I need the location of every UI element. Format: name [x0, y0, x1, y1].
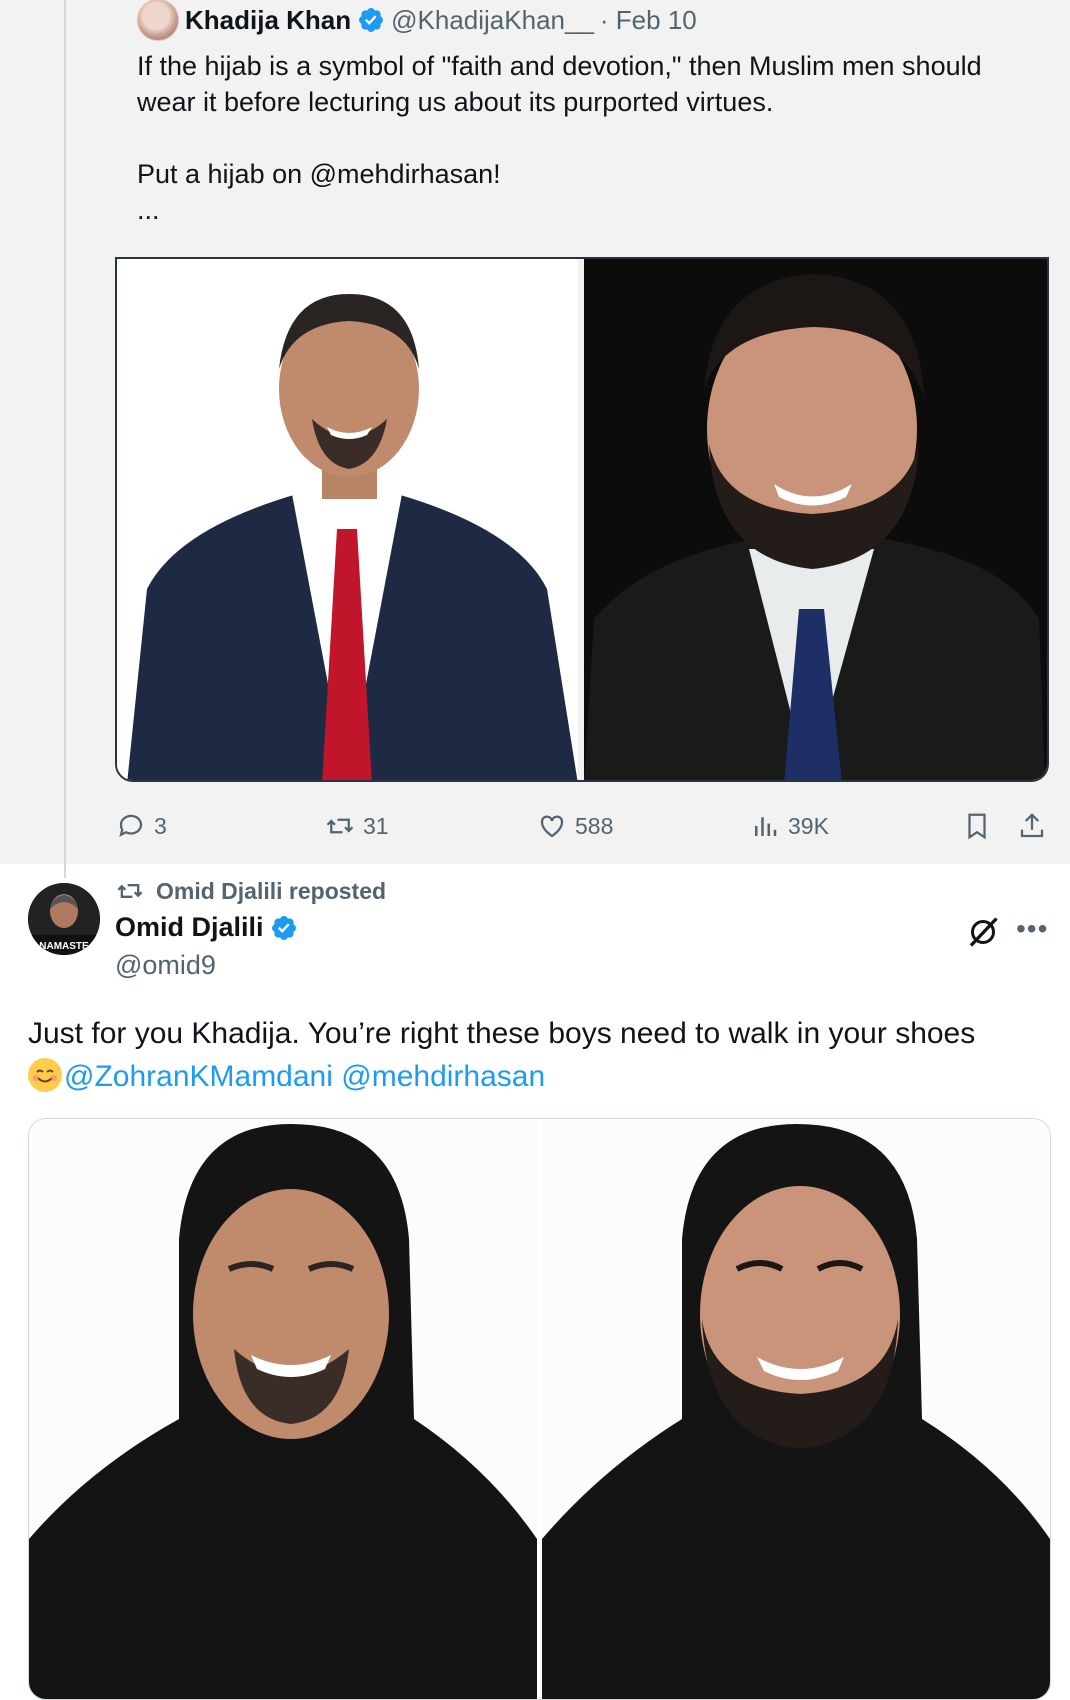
more-icon[interactable]: ••• [1016, 913, 1048, 945]
avatar-text: NAMASTE [39, 941, 89, 952]
repost-media[interactable] [28, 1118, 1051, 1700]
grok-icon[interactable] [965, 914, 1001, 950]
repost-indicator[interactable]: Omid Djalili reposted [116, 876, 386, 906]
bearded-man-in-hijab-illustration [541, 1124, 1050, 1699]
quoted-image-right[interactable] [584, 259, 1047, 780]
quoted-tweet-header: Khadija Khan @KhadijaKhan__ · Feb 10 [137, 0, 697, 41]
quoted-author-name[interactable]: Khadija Khan [185, 5, 351, 36]
repost-count: 31 [363, 812, 389, 839]
quoted-author-avatar[interactable] [137, 0, 179, 41]
repost-image-left[interactable] [29, 1119, 538, 1699]
avatar-photo: NAMASTE [28, 883, 100, 955]
quoted-tweet-media[interactable] [115, 257, 1049, 782]
reposter-name-row: Omid Djalili [115, 912, 298, 943]
reply-icon [119, 814, 143, 837]
bearded-man-illustration [584, 274, 1045, 780]
mention-link-zohran[interactable]: @ZohranKMamdani [64, 1060, 333, 1093]
quoted-image-left[interactable] [117, 259, 578, 780]
quoted-author-handle[interactable]: @KhadijaKhan__ [391, 5, 594, 36]
quoted-tweet-date[interactable]: · Feb 10 [600, 5, 697, 36]
man-in-suit-illustration [127, 294, 578, 780]
views-count: 39K [788, 812, 829, 839]
repost-icon [117, 884, 143, 898]
bookmark-button[interactable] [962, 808, 992, 844]
repost-text-block: Just for you Khadija. You’re right these… [28, 1012, 1058, 1098]
share-icon [1020, 813, 1044, 838]
share-button[interactable] [1017, 808, 1047, 844]
quoted-tweet-text: If the hijab is a symbol of "faith and d… [137, 51, 982, 225]
bookmark-icon [968, 813, 986, 840]
repost-icon [326, 818, 354, 834]
repost-button[interactable]: 31 [325, 808, 389, 844]
thread-connector-line [64, 0, 66, 878]
reply-button[interactable]: 3 [116, 808, 167, 844]
reposter-handle[interactable]: @omid9 [115, 950, 216, 981]
like-icon [540, 815, 564, 838]
like-button[interactable]: 588 [537, 808, 613, 844]
man-in-hijab-illustration [29, 1124, 537, 1699]
smiling-emoji-icon [28, 1058, 62, 1092]
reposter-name[interactable]: Omid Djalili [115, 912, 264, 943]
verified-badge-icon [359, 8, 384, 32]
mention-link-mehdi[interactable]: @mehdirhasan [341, 1060, 545, 1093]
repost-label: Omid Djalili reposted [156, 877, 387, 904]
like-count: 588 [575, 812, 614, 839]
views-button[interactable]: 39K [750, 808, 829, 844]
repost-image-right[interactable] [541, 1119, 1050, 1699]
verified-badge-icon [271, 915, 296, 940]
repost-text: Just for you Khadija. You’re right these… [28, 1017, 976, 1050]
reposter-avatar[interactable]: NAMASTE [28, 883, 100, 955]
views-icon [755, 817, 777, 836]
reply-count: 3 [154, 812, 167, 839]
